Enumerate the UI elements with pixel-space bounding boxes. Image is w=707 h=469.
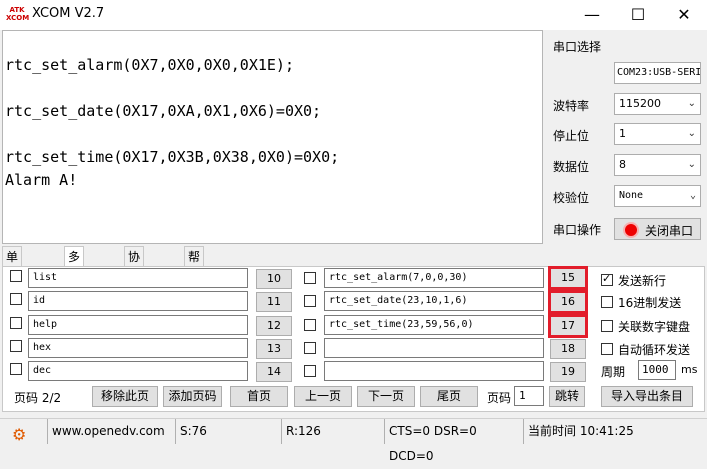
add-page-button[interactable]: 添加页码 (163, 386, 222, 407)
data-bits-select[interactable]: 8 ⌄ (614, 154, 701, 176)
row-checkbox[interactable] (10, 317, 22, 329)
xcom-logo-icon: ATK XCOM (6, 6, 30, 22)
next-page-button[interactable]: 下一页 (357, 386, 415, 407)
data-bits-value: 8 (619, 158, 626, 171)
sent-count: S:76 (176, 419, 282, 444)
hex-send-checkbox[interactable] (601, 296, 613, 308)
auto-loop-checkbox[interactable] (601, 343, 613, 355)
port-select-label: 串口选择 (553, 40, 602, 54)
parity-select[interactable]: None ⌄ (614, 185, 701, 207)
row-checkbox[interactable] (304, 272, 316, 284)
send-text-input[interactable] (324, 338, 544, 358)
send-button-19[interactable]: 19 (550, 362, 586, 382)
send-text-input[interactable]: rtc_set_date(23,10,1,6) (324, 291, 544, 311)
send-text-input[interactable]: dec (28, 361, 248, 381)
send-button-17[interactable]: 17 (548, 314, 588, 338)
parity-label: 校验位 (553, 191, 590, 205)
port-value: COM23:USB-SERIAL CH34 (617, 67, 701, 78)
send-text-input[interactable]: list (28, 268, 248, 288)
send-text-input[interactable]: rtc_set_alarm(7,0,0,30) (324, 268, 544, 288)
send-button-11[interactable]: 11 (256, 292, 292, 312)
row-checkbox[interactable] (10, 270, 22, 282)
period-label: 周期 (601, 365, 626, 379)
chevron-down-icon: ⌄ (687, 98, 696, 109)
gear-icon[interactable]: ⚙ (12, 422, 26, 447)
link-keypad-label: 关联数字键盘 (618, 320, 691, 334)
website-link[interactable]: www.openedv.com (48, 419, 176, 444)
goto-page-label: 页码 (487, 391, 512, 405)
send-button-12[interactable]: 12 (256, 316, 292, 336)
received-count: R:126 (282, 419, 385, 444)
maximize-button[interactable]: ☐ (615, 0, 661, 30)
send-newline-checkbox[interactable] (601, 272, 613, 286)
row-checkbox[interactable] (10, 340, 22, 352)
send-button-10[interactable]: 10 (256, 269, 292, 289)
prev-page-button[interactable]: 上一页 (294, 386, 352, 407)
title-bar: ATK XCOM XCOM V2.7 — ☐ ✕ (0, 0, 707, 30)
stop-bits-value: 1 (619, 127, 626, 140)
baud-label: 波特率 (553, 99, 590, 113)
row-checkbox[interactable] (304, 342, 316, 354)
send-button-15[interactable]: 15 (548, 266, 588, 290)
send-button-16[interactable]: 16 (548, 290, 588, 314)
minimize-button[interactable]: — (569, 0, 615, 30)
jump-button[interactable]: 跳转 (549, 386, 585, 407)
page-indicator: 页码 2/2 (14, 391, 62, 405)
row-checkbox[interactable] (10, 363, 22, 375)
tab-single-send[interactable]: 单条发送 (2, 246, 23, 324)
send-button-13[interactable]: 13 (256, 339, 292, 359)
send-text-input[interactable]: id (28, 291, 248, 311)
tab-multi-send[interactable]: 多条发送 (64, 246, 85, 324)
chevron-down-icon: ⌄ (687, 159, 696, 170)
send-button-18[interactable]: 18 (550, 339, 586, 359)
period-input[interactable]: 1000 (638, 360, 676, 380)
record-icon (623, 222, 639, 238)
settings-cell[interactable]: ⚙ (0, 419, 48, 444)
auto-loop-label: 自动循环发送 (618, 343, 691, 357)
goto-page-input[interactable]: 1 (514, 386, 544, 406)
close-port-label: 关闭串口 (645, 224, 694, 238)
hex-send-label: 16进制发送 (618, 296, 682, 310)
close-button[interactable]: ✕ (661, 0, 707, 30)
first-page-button[interactable]: 首页 (230, 386, 288, 407)
port-op-label: 串口操作 (553, 223, 602, 237)
send-button-14[interactable]: 14 (256, 362, 292, 382)
status-bar: ⚙ www.openedv.com S:76 R:126 CTS=0 DSR=0… (0, 418, 707, 463)
window-title: XCOM V2.7 (32, 6, 105, 21)
link-keypad-checkbox[interactable] (601, 320, 613, 332)
line-signals: CTS=0 DSR=0 DCD=0 (385, 419, 524, 463)
baud-select[interactable]: 115200 ⌄ (614, 93, 701, 115)
stop-bits-select[interactable]: 1 ⌄ (614, 123, 701, 145)
period-unit: ms (681, 363, 698, 376)
chevron-down-icon: ⌄ (687, 128, 696, 139)
baud-value: 115200 (619, 97, 661, 110)
send-newline-label: 发送新行 (618, 274, 667, 288)
send-text-input[interactable] (324, 361, 544, 381)
last-page-button[interactable]: 尾页 (420, 386, 478, 407)
row-checkbox[interactable] (304, 319, 316, 331)
send-text-input[interactable]: rtc_set_time(23,59,56,0) (324, 315, 544, 335)
current-time: 当前时间 10:41:25 (528, 424, 634, 438)
row-checkbox[interactable] (304, 295, 316, 307)
close-port-button[interactable]: 关闭串口 (614, 218, 701, 240)
send-text-input[interactable]: hex (28, 338, 248, 358)
remove-page-button[interactable]: 移除此页 (92, 386, 158, 407)
port-select[interactable]: COM23:USB-SERIAL CH34 (614, 62, 701, 84)
row-checkbox[interactable] (304, 365, 316, 377)
row-checkbox[interactable] (10, 293, 22, 305)
data-bits-label: 数据位 (553, 160, 590, 174)
tab-help[interactable]: 帮助 (184, 246, 205, 284)
send-text-input[interactable]: help (28, 315, 248, 335)
receive-area[interactable]: rtc_set_alarm(0X7,0X0,0X0,0X1E); rtc_set… (2, 30, 543, 244)
import-export-button[interactable]: 导入导出条目 (601, 386, 693, 407)
tab-protocol[interactable]: 协议传输 (124, 246, 145, 324)
stop-bits-label: 停止位 (553, 129, 590, 143)
parity-value: None (619, 190, 644, 201)
chevron-down-icon: ⌄ (689, 190, 696, 201)
